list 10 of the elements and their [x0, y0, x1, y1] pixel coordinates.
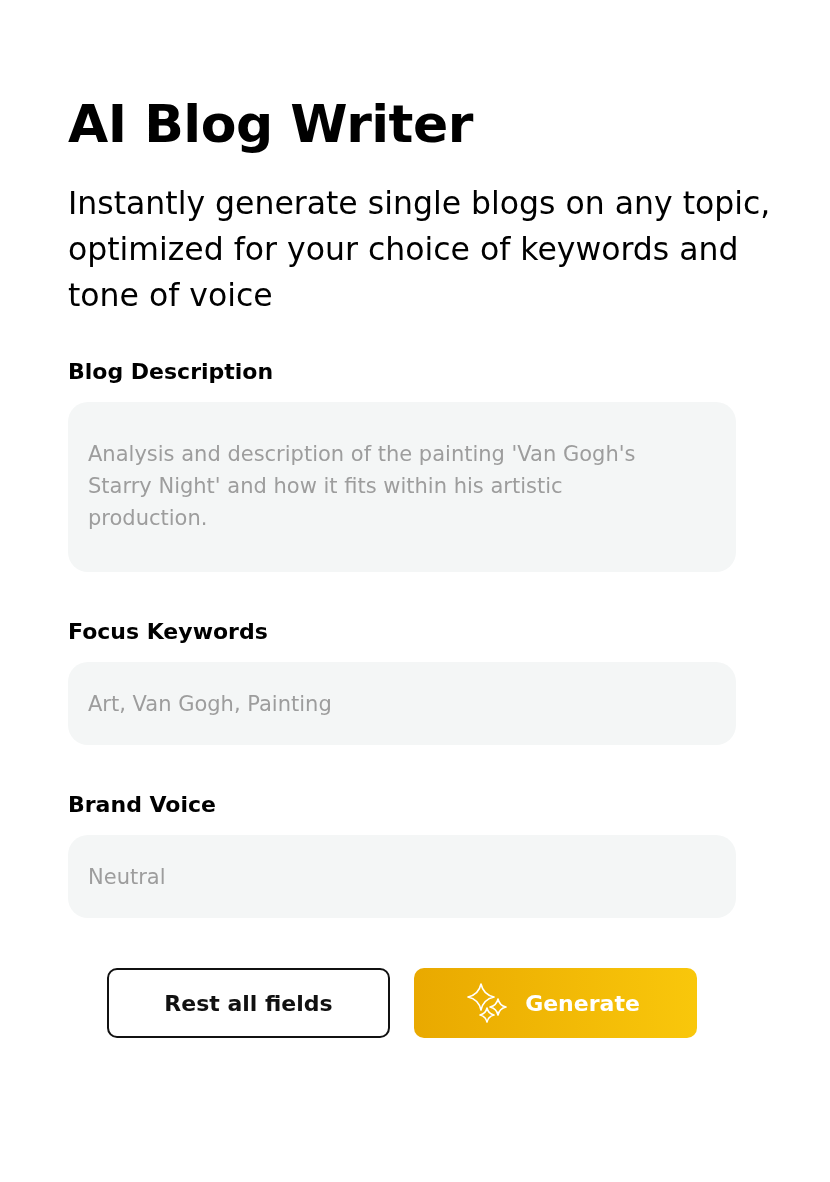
input-field[interactable]: Neutral — [68, 835, 736, 918]
description-textarea[interactable]: Analysis and description of the painting 'Van Gogh's Starry Night' and how it fits within his artistic production. — [68, 402, 736, 572]
page-subtitle: Instantly generate single blogs on any topic, optimized for your choice of keywords and tone of voice — [68, 184, 772, 315]
reset-button[interactable]: Rest all fields — [107, 968, 390, 1038]
page-title: AI Blog Writer — [68, 93, 475, 156]
field-label: Blog Description — [68, 358, 275, 386]
input-field[interactable]: Art, Van Gogh, Painting — [68, 662, 736, 745]
field-label: Focus Keywords — [68, 618, 269, 646]
sparkles-icon — [467, 983, 508, 1023]
field-label: Brand Voice — [68, 791, 217, 819]
